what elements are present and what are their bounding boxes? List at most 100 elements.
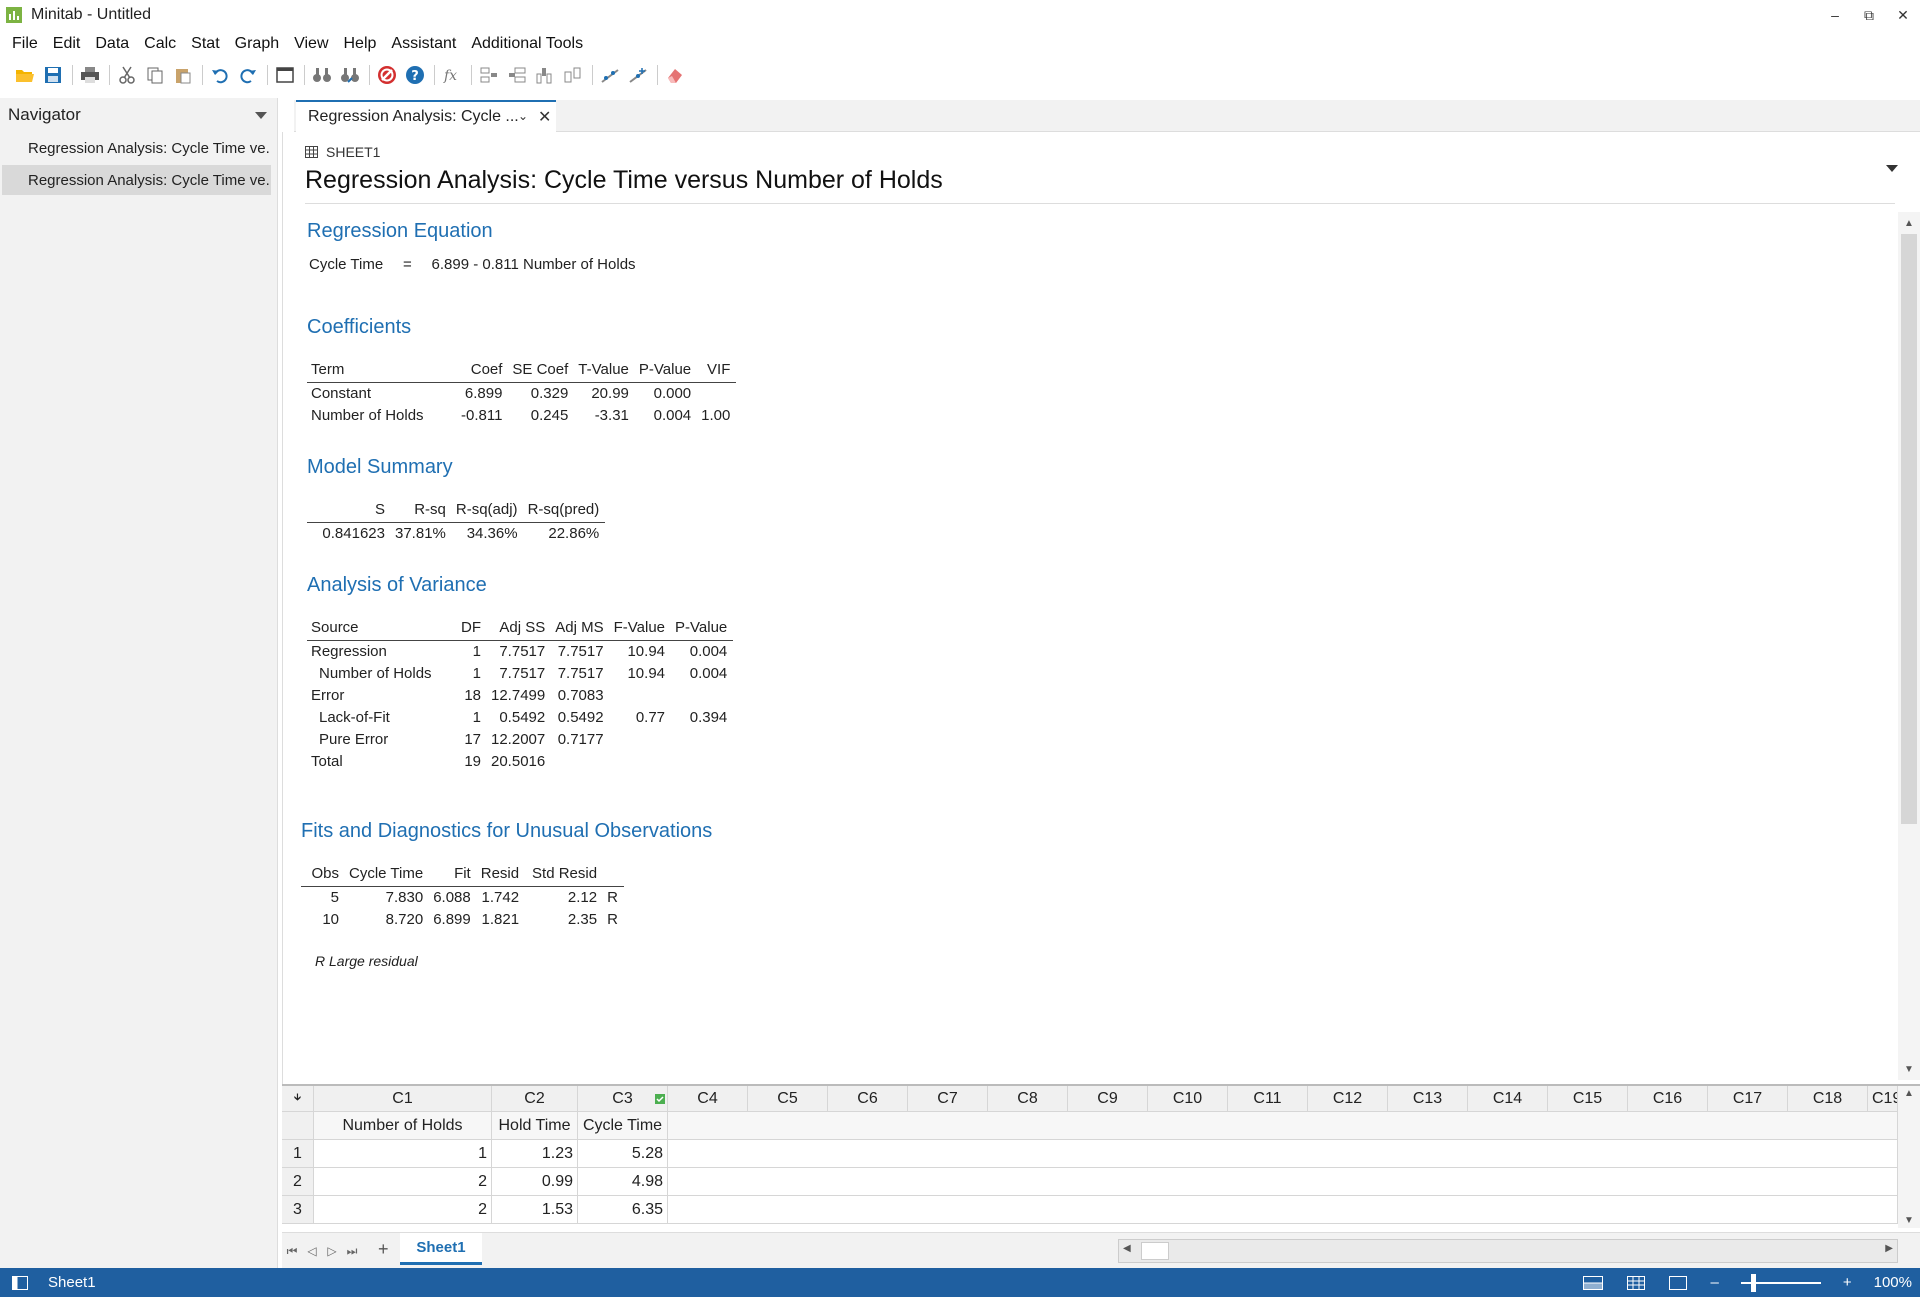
column-header-c17[interactable]: C17 — [1708, 1086, 1788, 1112]
open-folder-icon[interactable] — [12, 62, 38, 88]
worksheet-cell[interactable]: 1.53 — [492, 1196, 578, 1224]
zoom-out-icon[interactable]: – — [1711, 1274, 1719, 1291]
close-window-icon[interactable]: ✕ — [1886, 0, 1920, 30]
minimize-icon[interactable]: – — [1818, 0, 1852, 30]
column-header-c19[interactable]: C19 — [1868, 1086, 1898, 1112]
tab-chevron-down-icon[interactable]: ⌄ — [518, 109, 528, 123]
column-name-c1[interactable]: Number of Holds — [314, 1112, 492, 1140]
row-number[interactable]: 1 — [282, 1140, 314, 1168]
select-all-arrow-icon[interactable]: 🡳 — [282, 1086, 314, 1112]
column-header-c15[interactable]: C15 — [1548, 1086, 1628, 1112]
zoom-slider-thumb[interactable] — [1750, 1273, 1756, 1292]
save-icon[interactable] — [40, 62, 66, 88]
worksheet-cell[interactable]: 1.23 — [492, 1140, 578, 1168]
worksheet-cell[interactable]: 2 — [314, 1196, 492, 1224]
empty-cells[interactable] — [668, 1196, 1898, 1224]
scroll-up-icon[interactable]: ▲ — [1904, 1088, 1914, 1099]
zoom-slider[interactable] — [1740, 1273, 1821, 1292]
scrollbar-thumb[interactable] — [1901, 234, 1917, 824]
output-view-icon[interactable] — [1668, 1275, 1687, 1290]
column-name-c3[interactable]: Cycle Time — [578, 1112, 668, 1140]
navigator-item[interactable]: Regression Analysis: Cycle Time ve... — [2, 133, 271, 163]
output-options-dropdown-icon[interactable] — [1886, 162, 1898, 176]
restore-icon[interactable]: ⧉ — [1852, 0, 1886, 30]
copy-icon[interactable] — [142, 62, 168, 88]
move-columns-icon[interactable] — [560, 62, 586, 88]
navigator-dropdown-icon[interactable] — [255, 105, 267, 125]
column-header-c5[interactable]: C5 — [748, 1086, 828, 1112]
column-name-c2[interactable]: Hold Time — [492, 1112, 578, 1140]
menu-help[interactable]: Help — [344, 35, 377, 53]
worksheet-view-icon[interactable] — [1626, 1275, 1645, 1290]
add-sheet-icon[interactable]: + — [378, 1239, 389, 1260]
column-header-c14[interactable]: C14 — [1468, 1086, 1548, 1112]
sheet-tab-sheet1[interactable]: Sheet1 — [400, 1233, 482, 1265]
window-icon[interactable] — [272, 62, 298, 88]
column-header-c18[interactable]: C18 — [1788, 1086, 1868, 1112]
output-tab[interactable]: Regression Analysis: Cycle ... ⌄ ✕ — [296, 100, 556, 132]
help-icon[interactable]: ? — [402, 62, 428, 88]
menu-stat[interactable]: Stat — [191, 35, 219, 53]
last-sheet-icon[interactable]: ⏭ — [342, 1244, 362, 1259]
column-header-c6[interactable]: C6 — [828, 1086, 908, 1112]
cancel-icon[interactable] — [374, 62, 400, 88]
insert-cells-icon[interactable] — [504, 62, 530, 88]
empty-column-names[interactable] — [668, 1112, 1898, 1140]
column-header-c8[interactable]: C8 — [988, 1086, 1068, 1112]
find-replace-icon[interactable] — [337, 62, 363, 88]
empty-cells[interactable] — [668, 1168, 1898, 1196]
menu-data[interactable]: Data — [95, 35, 129, 53]
menu-assistant[interactable]: Assistant — [391, 35, 456, 53]
menu-additional-tools[interactable]: Additional Tools — [471, 35, 583, 53]
worksheet-cell[interactable]: 4.98 — [578, 1168, 668, 1196]
undo-icon[interactable] — [207, 62, 233, 88]
scroll-down-icon[interactable]: ▼ — [1898, 1060, 1920, 1078]
column-header-c3[interactable]: C3 — [578, 1086, 668, 1112]
column-header-c11[interactable]: C11 — [1228, 1086, 1308, 1112]
scroll-right-icon[interactable]: ▶ — [1885, 1243, 1893, 1254]
print-icon[interactable] — [77, 62, 103, 88]
column-header-c2[interactable]: C2 — [492, 1086, 578, 1112]
insert-rows-icon[interactable] — [476, 62, 502, 88]
row-number[interactable]: 3 — [282, 1196, 314, 1224]
scroll-up-icon[interactable]: ▲ — [1898, 214, 1920, 232]
previous-sheet-icon[interactable]: ◁ — [302, 1244, 322, 1258]
column-header-c7[interactable]: C7 — [908, 1086, 988, 1112]
column-header-c13[interactable]: C13 — [1388, 1086, 1468, 1112]
worksheet-cell[interactable]: 0.99 — [492, 1168, 578, 1196]
column-header-c4[interactable]: C4 — [668, 1086, 748, 1112]
brush-graph-icon[interactable] — [597, 62, 623, 88]
worksheet-horizontal-scrollbar[interactable]: ◀ ▶ — [1118, 1239, 1898, 1263]
column-header-c16[interactable]: C16 — [1628, 1086, 1708, 1112]
crosshair-graph-icon[interactable] — [625, 62, 651, 88]
formula-fx-icon[interactable]: fx — [439, 62, 465, 88]
find-icon[interactable] — [309, 62, 335, 88]
panel-toggle-icon[interactable] — [12, 1275, 28, 1290]
zoom-in-icon[interactable]: + — [1843, 1274, 1852, 1291]
output-vertical-scrollbar[interactable]: ▲ ▼ — [1898, 212, 1920, 1080]
scroll-left-icon[interactable]: ◀ — [1123, 1243, 1131, 1254]
column-header-c12[interactable]: C12 — [1308, 1086, 1388, 1112]
first-sheet-icon[interactable]: ⏮ — [282, 1244, 302, 1259]
column-header-c10[interactable]: C10 — [1148, 1086, 1228, 1112]
worksheet-vertical-scrollbar[interactable]: ▲ ▼ — [1898, 1086, 1920, 1228]
worksheet-cell[interactable]: 6.35 — [578, 1196, 668, 1224]
worksheet-cell[interactable]: 1 — [314, 1140, 492, 1168]
menu-view[interactable]: View — [294, 35, 328, 53]
insert-columns-icon[interactable] — [532, 62, 558, 88]
column-header-c9[interactable]: C9 — [1068, 1086, 1148, 1112]
menu-calc[interactable]: Calc — [144, 35, 176, 53]
navigator-item-selected[interactable]: Regression Analysis: Cycle Time ve... — [2, 165, 271, 195]
paste-icon[interactable] — [170, 62, 196, 88]
worksheet-cell[interactable]: 2 — [314, 1168, 492, 1196]
split-view-icon[interactable] — [1582, 1275, 1603, 1290]
column-header-c1[interactable]: C1 — [314, 1086, 492, 1112]
empty-cells[interactable] — [668, 1140, 1898, 1168]
menu-graph[interactable]: Graph — [235, 35, 279, 53]
worksheet-cell[interactable]: 5.28 — [578, 1140, 668, 1168]
row-number[interactable]: 2 — [282, 1168, 314, 1196]
redo-icon[interactable] — [235, 62, 261, 88]
menu-edit[interactable]: Edit — [53, 35, 81, 53]
cut-icon[interactable] — [114, 62, 140, 88]
tab-close-icon[interactable]: ✕ — [538, 107, 551, 127]
